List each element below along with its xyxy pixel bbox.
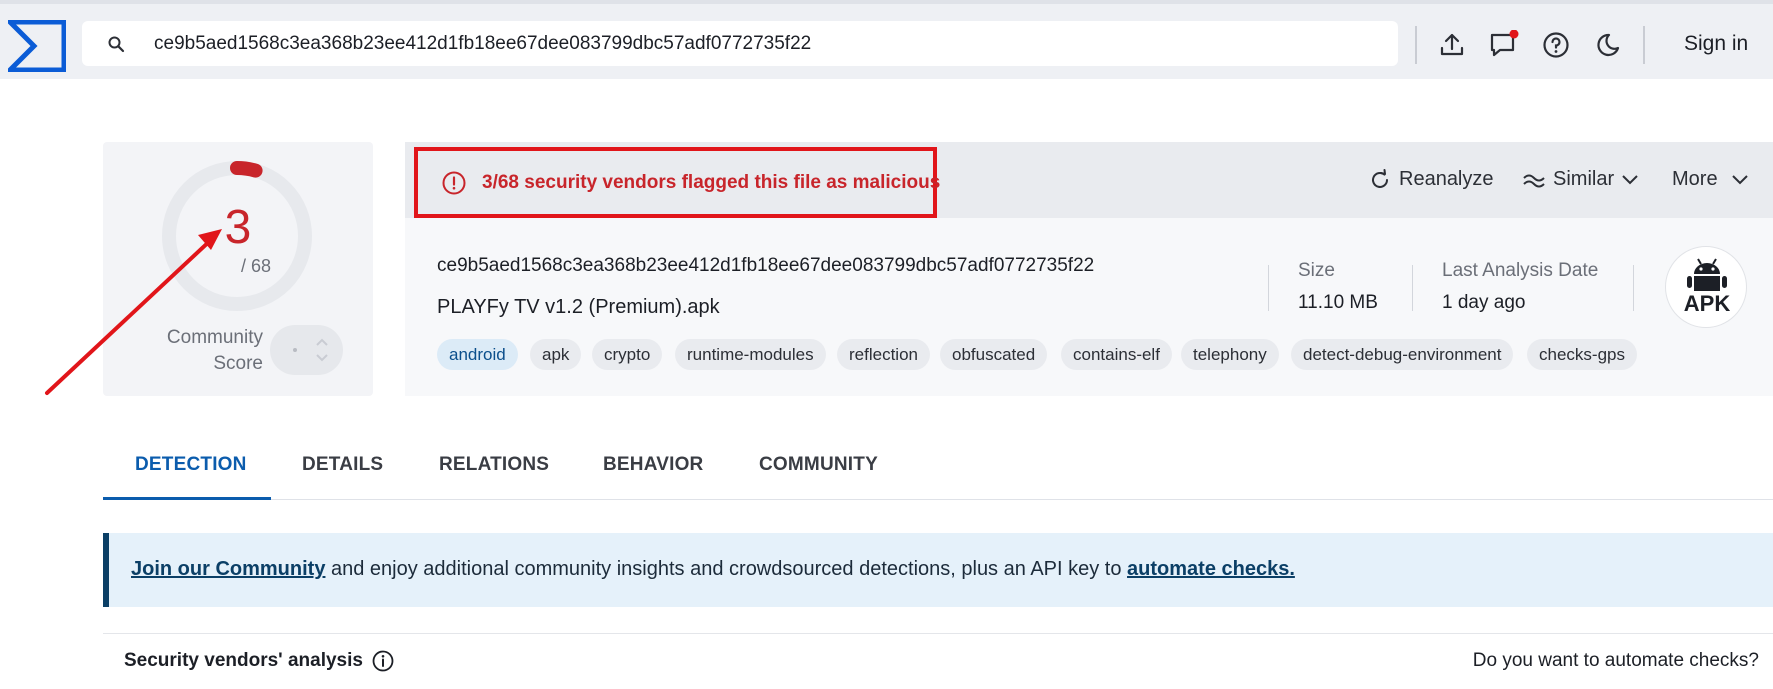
header-divider xyxy=(1643,26,1645,64)
community-banner: Join our Community and enjoy additional … xyxy=(103,533,1773,607)
info-icon[interactable] xyxy=(372,650,394,672)
chevron-down-icon xyxy=(1622,174,1638,184)
active-tab-indicator xyxy=(103,497,271,500)
detection-count: 3 xyxy=(224,201,252,254)
file-hash[interactable]: ce9b5aed1568c3ea368b23ee412d1fb18ee67dee… xyxy=(437,255,1094,277)
community-score-label: Community Score xyxy=(166,327,263,374)
banner-middle-text: and enjoy additional community insights … xyxy=(325,558,1128,580)
similar-icon xyxy=(1523,174,1545,187)
vote-dot xyxy=(293,348,297,352)
notifications-icon[interactable] xyxy=(1489,30,1519,60)
vendors-analysis-header: Security vendors' analysis Do you want t… xyxy=(103,633,1773,689)
detection-total: / 68 xyxy=(240,256,272,276)
top-bar: Sign in xyxy=(0,0,1773,79)
tag-reflection[interactable]: reflection xyxy=(837,339,930,370)
search-icon xyxy=(108,36,125,53)
file-type-badge: APK xyxy=(1665,246,1747,328)
size-value: 11.10 MB xyxy=(1298,292,1378,313)
similar-dropdown[interactable]: Similar xyxy=(1523,168,1638,191)
size-label: Size xyxy=(1298,260,1335,281)
upload-icon[interactable] xyxy=(1437,30,1467,60)
refresh-icon xyxy=(1372,168,1388,188)
detection-score-card: 3 / 68 Community Score xyxy=(103,142,373,396)
tabs-baseline xyxy=(103,499,1773,500)
vote-arrows-icon xyxy=(316,338,328,362)
score-arc xyxy=(230,161,263,178)
alert-icon xyxy=(442,171,466,195)
android-icon xyxy=(1687,258,1727,291)
banner-text: Join our Community and enjoy additional … xyxy=(131,558,1295,581)
reanalyze-label: Reanalyze xyxy=(1399,168,1494,190)
tag-contains-elf[interactable]: contains-elf xyxy=(1061,339,1172,370)
virustotal-logo-icon[interactable] xyxy=(8,20,66,72)
tag-crypto[interactable]: crypto xyxy=(592,339,663,370)
tab-details[interactable]: DETAILS xyxy=(302,454,383,476)
tag-apk[interactable]: apk xyxy=(530,339,582,370)
meta-divider xyxy=(1412,265,1413,311)
tab-detection[interactable]: DETECTION xyxy=(135,454,247,476)
community-score-vote[interactable] xyxy=(270,325,343,375)
meta-divider xyxy=(1268,265,1269,311)
tag-obfuscated[interactable]: obfuscated xyxy=(940,339,1048,370)
vendors-analysis-title: Security vendors' analysis xyxy=(124,650,363,671)
similar-label: Similar xyxy=(1553,168,1615,190)
malicious-alert: 3/68 security vendors flagged this file … xyxy=(414,147,941,218)
tab-relations[interactable]: RELATIONS xyxy=(439,454,549,476)
tab-community[interactable]: COMMUNITY xyxy=(759,454,878,476)
header-divider xyxy=(1415,26,1417,64)
tag-android[interactable]: android xyxy=(437,339,518,370)
more-dropdown[interactable]: More xyxy=(1672,168,1748,191)
file-type-label: APK xyxy=(1683,291,1731,316)
more-label: More xyxy=(1672,168,1718,190)
join-community-link[interactable]: Join our Community xyxy=(131,558,325,580)
sign-in-link[interactable]: Sign in xyxy=(1684,32,1748,56)
tag-checks-gps[interactable]: checks-gps xyxy=(1527,339,1637,370)
last-analysis-label: Last Analysis Date xyxy=(1442,260,1599,281)
tab-behavior[interactable]: BEHAVIOR xyxy=(603,454,703,476)
tag-telephony[interactable]: telephony xyxy=(1181,339,1279,370)
search-input[interactable] xyxy=(154,21,1374,66)
meta-divider xyxy=(1633,265,1634,311)
automate-checks-link[interactable]: automate checks. xyxy=(1127,558,1295,580)
search-box[interactable] xyxy=(82,21,1398,66)
tag-runtime-modules[interactable]: runtime-modules xyxy=(675,339,826,370)
reanalyze-button[interactable]: Reanalyze xyxy=(1369,168,1494,191)
chevron-down-icon xyxy=(1731,174,1748,184)
last-analysis-value: 1 day ago xyxy=(1442,292,1526,313)
help-icon[interactable] xyxy=(1541,30,1571,60)
automate-checks-question: Do you want to automate checks? xyxy=(1472,650,1759,671)
file-name: PLAYFy TV v1.2 (Premium).apk xyxy=(437,296,720,318)
tag-detect-debug-environment[interactable]: detect-debug-environment xyxy=(1291,339,1514,370)
dark-mode-icon[interactable] xyxy=(1593,30,1623,60)
alert-text: 3/68 security vendors flagged this file … xyxy=(482,172,941,193)
